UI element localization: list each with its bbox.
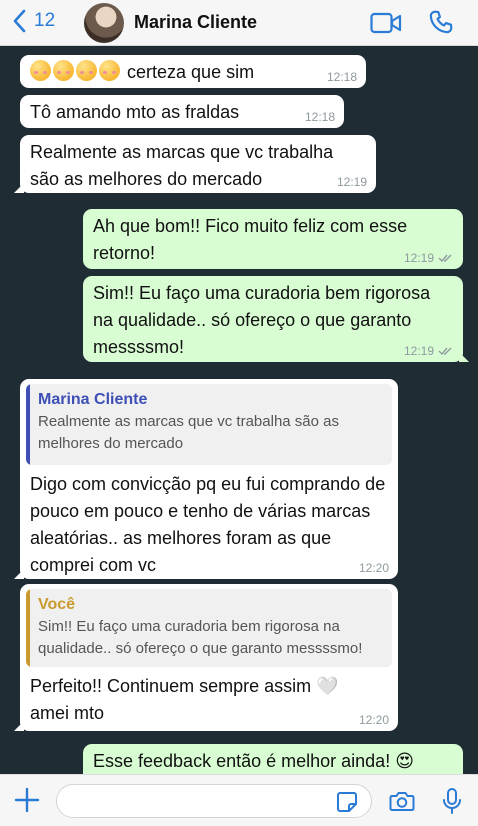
plus-icon[interactable] xyxy=(14,787,40,813)
bubble-tail xyxy=(14,569,24,579)
emoji-hearts xyxy=(30,60,122,82)
back-button[interactable]: 12 xyxy=(12,9,55,33)
chat-area[interactable]: certeza que sim 12:18 Tô amando mto as f… xyxy=(0,46,478,774)
message-text: Tô amando mto as fraldas xyxy=(30,102,240,122)
message-time: 12:18 xyxy=(326,70,357,84)
sticker-icon[interactable] xyxy=(336,791,358,813)
message-text: certeza que sim xyxy=(127,62,255,82)
quoted-message[interactable]: Você Sim!! Eu faço uma curadoria bem rig… xyxy=(26,589,392,667)
message-bubble[interactable]: Esse feedback então é melhor ainda! 😍 xyxy=(83,744,463,774)
message-text: Sim!! Eu faço uma curadoria bem rigorosa… xyxy=(93,283,431,357)
message-time: 12:20 xyxy=(358,561,389,575)
message-text: Digo com convicção pq eu fui comprando d… xyxy=(30,474,386,575)
double-check-icon xyxy=(438,347,452,356)
message-bubble[interactable]: Sim!! Eu faço uma curadoria bem rigorosa… xyxy=(83,276,469,362)
message-time: 12:19 xyxy=(336,175,367,189)
message-bubble[interactable]: Você Sim!! Eu faço uma curadoria bem rig… xyxy=(14,584,398,731)
chat-header: 12 Marina Cliente xyxy=(0,0,478,46)
bubble-tail xyxy=(14,183,24,193)
quoted-message[interactable]: Marina Cliente Realmente as marcas que v… xyxy=(26,384,392,465)
message-bubble[interactable]: Marina Cliente Realmente as marcas que v… xyxy=(14,379,398,579)
message-text: Realmente as marcas que vc trabalha são … xyxy=(30,142,334,189)
double-check-icon xyxy=(438,254,452,263)
avatar[interactable] xyxy=(84,3,124,43)
quote-author: Marina Cliente xyxy=(38,391,148,408)
message-text: Perfeito!! Continuem sempre assim 🤍 amei… xyxy=(30,676,339,723)
message-time: 12:19 xyxy=(404,344,454,358)
camera-icon[interactable] xyxy=(389,790,415,812)
quote-text: Sim!! Eu faço uma curadoria bem rigorosa… xyxy=(38,618,363,657)
phone-icon[interactable] xyxy=(428,9,454,35)
bubble-tail xyxy=(459,352,469,362)
message-time: 12:19 xyxy=(404,251,454,265)
message-bubble[interactable]: Realmente as marcas que vc trabalha são … xyxy=(14,135,376,193)
message-text: Ah que bom!! Fico muito feliz com esse r… xyxy=(93,216,408,263)
message-text: Esse feedback então é melhor ainda! 😍 xyxy=(93,751,414,771)
message-bubble[interactable]: certeza que sim 12:18 xyxy=(20,55,366,88)
message-time: 12:20 xyxy=(358,713,389,727)
message-time: 12:18 xyxy=(304,110,335,124)
input-bar xyxy=(0,774,478,826)
message-bubble[interactable]: Ah que bom!! Fico muito feliz com esse r… xyxy=(83,209,463,269)
video-call-icon[interactable] xyxy=(370,12,402,34)
microphone-icon[interactable] xyxy=(442,787,462,815)
message-input[interactable] xyxy=(56,784,372,818)
quote-author: Você xyxy=(38,596,76,613)
bubble-tail xyxy=(14,721,24,731)
quote-text: Realmente as marcas que vc trabalha são … xyxy=(38,413,339,452)
chevron-left-icon xyxy=(13,9,26,33)
contact-name[interactable]: Marina Cliente xyxy=(134,12,257,33)
message-bubble[interactable]: Tô amando mto as fraldas 12:18 xyxy=(20,95,344,128)
unread-count: 12 xyxy=(34,10,56,31)
